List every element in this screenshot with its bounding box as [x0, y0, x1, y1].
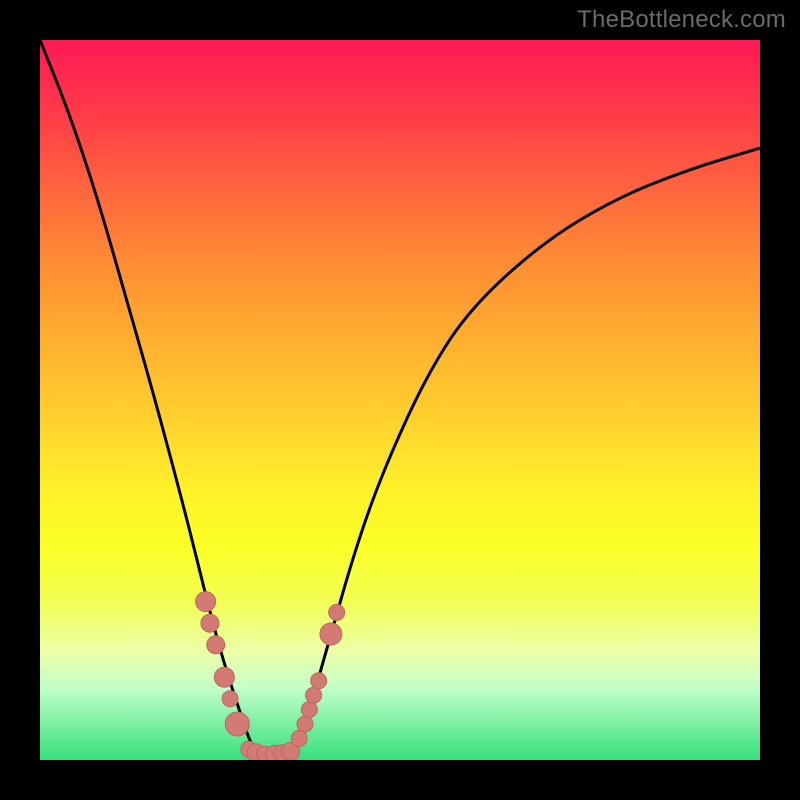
watermark-text: TheBottleneck.com — [577, 6, 786, 34]
chart-svg — [40, 40, 760, 760]
marker-dot — [329, 604, 345, 620]
marker-group — [196, 592, 345, 760]
marker-dot — [214, 667, 234, 687]
marker-dot — [201, 614, 219, 632]
marker-dot — [222, 691, 238, 707]
marker-dot — [196, 592, 216, 612]
plot-area — [40, 40, 760, 760]
marker-dot — [306, 687, 322, 703]
marker-dot — [311, 673, 327, 689]
marker-dot — [297, 716, 313, 732]
marker-dot — [291, 730, 307, 746]
bottleneck-curve — [40, 40, 760, 760]
marker-dot — [207, 636, 225, 654]
chart-frame: TheBottleneck.com — [0, 0, 800, 800]
marker-dot — [225, 712, 249, 736]
marker-dot — [301, 702, 317, 718]
marker-dot — [320, 623, 342, 645]
